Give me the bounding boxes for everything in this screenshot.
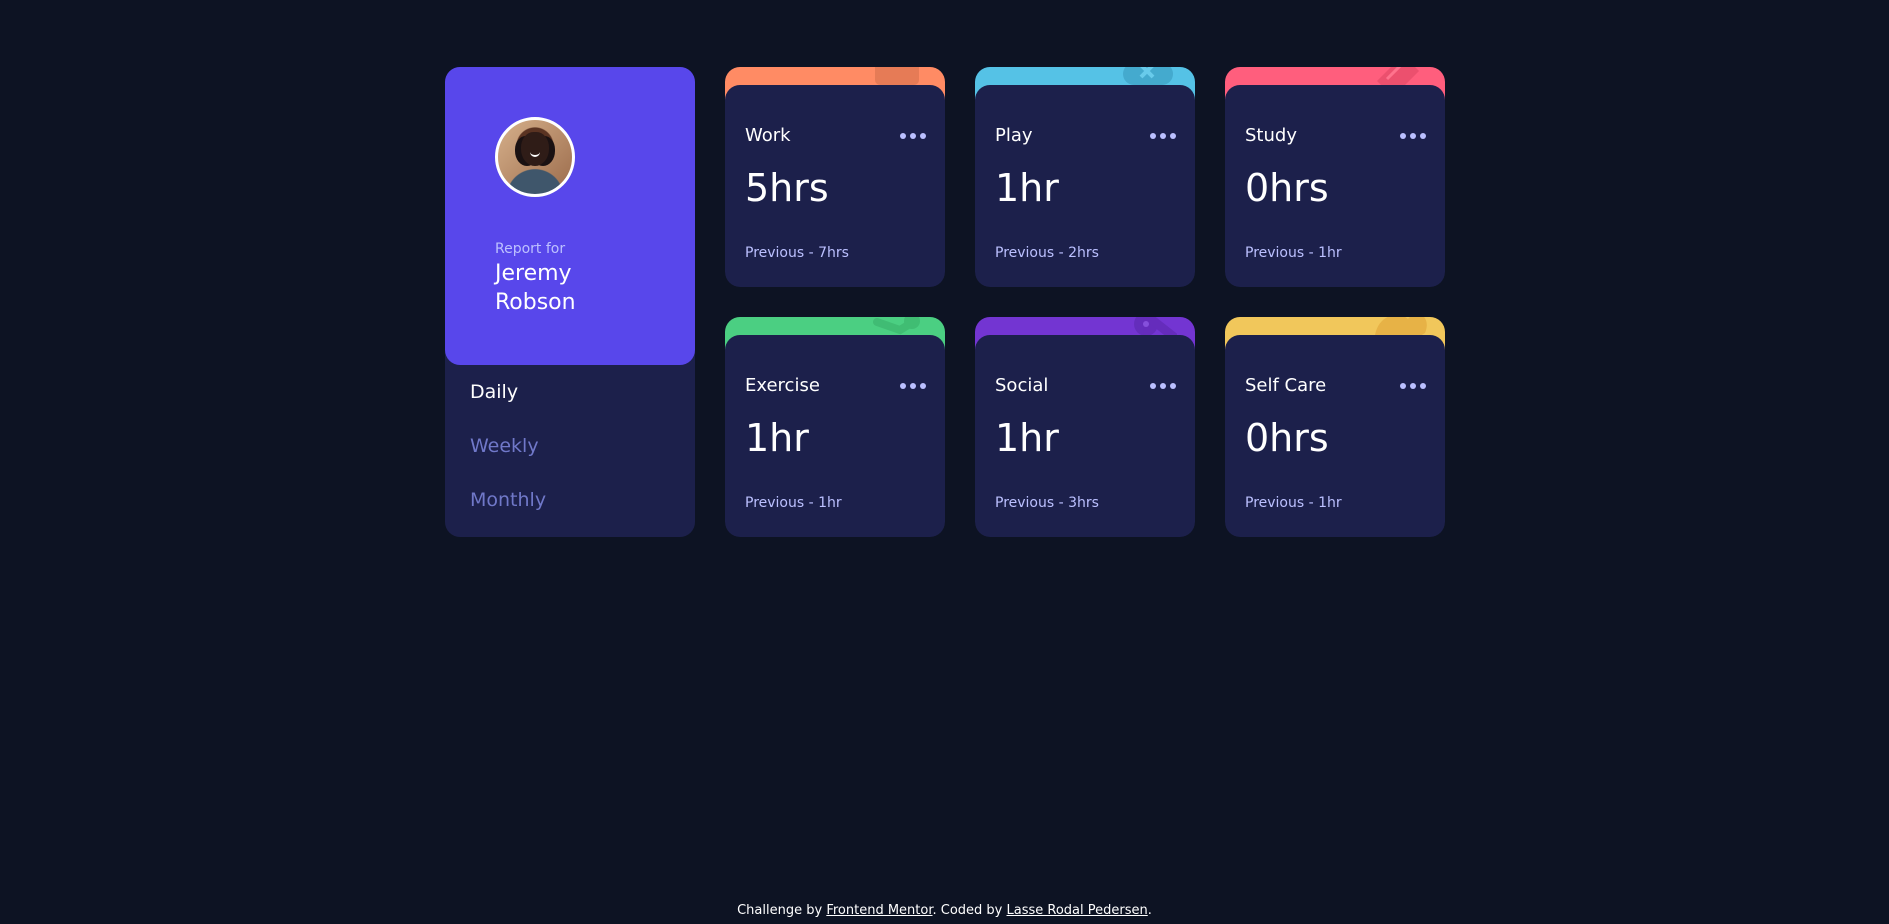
study-title: Study <box>1245 125 1297 146</box>
footer-suffix: . <box>1147 903 1152 918</box>
work-card: Work 5hrs Previous - 7hrs <box>725 67 945 287</box>
attribution-footer: Challenge by Frontend Mentor. Coded by L… <box>0 903 1889 918</box>
study-card-body: Study 0hrs Previous - 1hr <box>1225 85 1445 287</box>
self-care-title: Self Care <box>1245 375 1327 396</box>
ellipsis-icon[interactable] <box>1149 132 1177 140</box>
ellipsis-icon[interactable] <box>1399 382 1427 390</box>
monthly-button[interactable]: Monthly <box>470 489 546 511</box>
ellipsis-icon[interactable] <box>899 382 927 390</box>
play-previous: Previous - 2hrs <box>995 245 1099 261</box>
footer-prefix: Challenge by <box>737 903 827 918</box>
exercise-previous: Previous - 1hr <box>745 495 842 511</box>
footer-middle: . Coded by <box>932 903 1007 918</box>
self-care-card: Self Care 0hrs Previous - 1hr <box>1225 317 1445 537</box>
play-card: Play 1hr Previous - 2hrs <box>975 67 1195 287</box>
ellipsis-icon[interactable] <box>1149 382 1177 390</box>
self-care-card-body: Self Care 0hrs Previous - 1hr <box>1225 335 1445 537</box>
portrait-photo-icon <box>495 117 575 197</box>
weekly-button[interactable]: Weekly <box>470 435 539 457</box>
self-care-previous: Previous - 1hr <box>1245 495 1342 511</box>
exercise-title: Exercise <box>745 375 820 396</box>
author-link[interactable]: Lasse Rodal Pedersen <box>1007 903 1148 918</box>
frontend-mentor-link[interactable]: Frontend Mentor <box>826 903 932 918</box>
ellipsis-icon[interactable] <box>899 132 927 140</box>
play-card-body: Play 1hr Previous - 2hrs <box>975 85 1195 287</box>
profile-card: Report for Jeremy Robson Daily Weekly Mo… <box>445 67 695 537</box>
work-card-body: Work 5hrs Previous - 7hrs <box>725 85 945 287</box>
social-card: Social 1hr Previous - 3hrs <box>975 317 1195 537</box>
work-hours: 5hrs <box>745 166 829 210</box>
exercise-card-body: Exercise 1hr Previous - 1hr <box>725 335 945 537</box>
social-card-body: Social 1hr Previous - 3hrs <box>975 335 1195 537</box>
social-hours: 1hr <box>995 416 1059 460</box>
time-tracking-dashboard: Report for Jeremy Robson Daily Weekly Mo… <box>445 67 1445 537</box>
report-label: Report for <box>495 241 566 257</box>
exercise-hours: 1hr <box>745 416 809 460</box>
study-previous: Previous - 1hr <box>1245 245 1342 261</box>
play-title: Play <box>995 125 1033 146</box>
user-name: Jeremy Robson <box>495 261 576 315</box>
work-previous: Previous - 7hrs <box>745 245 849 261</box>
exercise-card: Exercise 1hr Previous - 1hr <box>725 317 945 537</box>
social-title: Social <box>995 375 1049 396</box>
work-title: Work <box>745 125 791 146</box>
social-previous: Previous - 3hrs <box>995 495 1099 511</box>
play-hours: 1hr <box>995 166 1059 210</box>
self-care-hours: 0hrs <box>1245 416 1329 460</box>
study-card: Study 0hrs Previous - 1hr <box>1225 67 1445 287</box>
ellipsis-icon[interactable] <box>1399 132 1427 140</box>
study-hours: 0hrs <box>1245 166 1329 210</box>
profile-header: Report for Jeremy Robson <box>445 67 695 365</box>
daily-button[interactable]: Daily <box>470 381 518 403</box>
